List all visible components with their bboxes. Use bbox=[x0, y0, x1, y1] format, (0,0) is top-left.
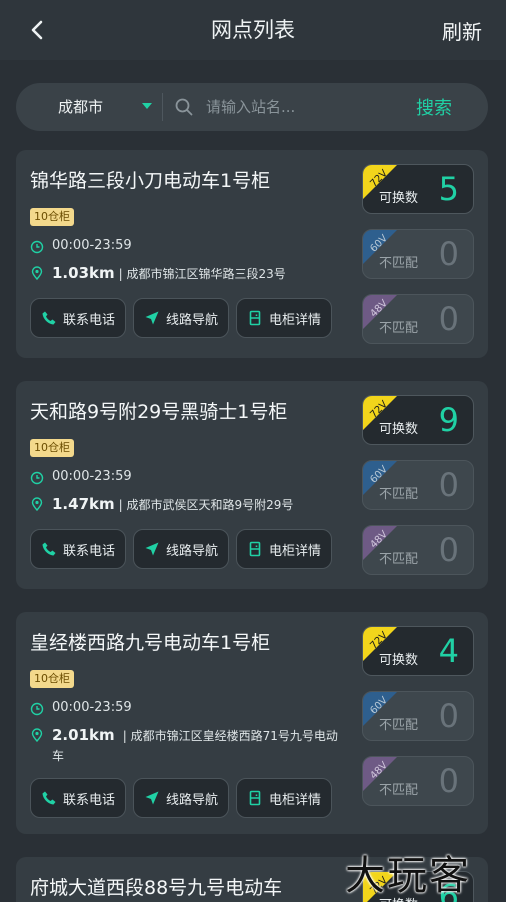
swappable-label: 可换数 bbox=[379, 422, 419, 437]
hours-row: 00:00-23:59 bbox=[30, 700, 132, 716]
battery-count: 9 bbox=[438, 401, 459, 439]
call-button[interactable]: 联系电话 bbox=[30, 778, 126, 818]
search-bar: 成都市 请输入站名... 搜索 bbox=[16, 83, 488, 131]
hours-text: 00:00-23:59 bbox=[52, 238, 132, 253]
call-button[interactable]: 联系电话 bbox=[30, 298, 126, 338]
location-row: 1.47km | 成都市武侯区天和路9号附29号 bbox=[30, 495, 293, 515]
battery-count: 0 bbox=[438, 531, 459, 569]
watermark-logo: 大玩客 bbox=[345, 853, 471, 899]
battery-72v-slot: 72V 可换数 4 bbox=[362, 626, 474, 676]
location-pin-icon bbox=[31, 497, 43, 511]
cabinet-badge: 10仓柜 bbox=[30, 439, 74, 457]
mismatch-label: 不匹配 bbox=[379, 256, 419, 271]
station-card[interactable]: 天和路9号附29号黑骑士1号柜 10仓柜 00:00-23:59 1.47km … bbox=[16, 381, 488, 589]
details-label: 电柜详情 bbox=[268, 543, 321, 559]
refresh-button[interactable]: 刷新 bbox=[442, 16, 482, 45]
phone-icon bbox=[42, 311, 56, 325]
header-bar: 网点列表 刷新 bbox=[0, 0, 506, 60]
location-row: 2.01km | 成都市锦江区皇经楼西路71号九号电动车 bbox=[30, 726, 348, 766]
details-button[interactable]: 电柜详情 bbox=[236, 778, 332, 818]
battery-72v-slot: 72V 可换数 5 bbox=[362, 164, 474, 214]
battery-48v-slot: 48V 不匹配 0 bbox=[362, 294, 474, 344]
mismatch-label: 不匹配 bbox=[379, 552, 419, 567]
cabinet-icon bbox=[249, 541, 261, 557]
navigation-arrow-icon bbox=[145, 791, 159, 805]
location-pin-icon bbox=[31, 728, 43, 742]
battery-count: 5 bbox=[438, 170, 459, 208]
location-pin-icon bbox=[31, 266, 43, 280]
battery-count: 0 bbox=[438, 697, 459, 735]
battery-count: 0 bbox=[438, 466, 459, 504]
location-row: 1.03km | 成都市锦江区锦华路三段23号 bbox=[30, 264, 286, 284]
swappable-label: 可换数 bbox=[379, 653, 419, 668]
battery-60v-slot: 60V 不匹配 0 bbox=[362, 691, 474, 741]
battery-60v-slot: 60V 不匹配 0 bbox=[362, 460, 474, 510]
caret-down-icon[interactable] bbox=[142, 103, 152, 109]
cabinet-icon bbox=[249, 310, 261, 326]
address: | 成都市武侯区天和路9号附29号 bbox=[118, 498, 294, 512]
mismatch-label: 不匹配 bbox=[379, 718, 419, 733]
navigate-button[interactable]: 线路导航 bbox=[133, 778, 229, 818]
cabinet-icon bbox=[249, 790, 261, 806]
page-title: 网点列表 bbox=[211, 18, 295, 42]
call-label: 联系电话 bbox=[62, 312, 115, 328]
hours-row: 00:00-23:59 bbox=[30, 238, 132, 254]
navigation-arrow-icon bbox=[145, 311, 159, 325]
battery-48v-slot: 48V 不匹配 0 bbox=[362, 525, 474, 575]
navigate-button[interactable]: 线路导航 bbox=[133, 529, 229, 569]
navigate-button[interactable]: 线路导航 bbox=[133, 298, 229, 338]
details-label: 电柜详情 bbox=[268, 792, 321, 808]
details-button[interactable]: 电柜详情 bbox=[236, 298, 332, 338]
battery-count: 0 bbox=[438, 762, 459, 800]
battery-60v-slot: 60V 不匹配 0 bbox=[362, 229, 474, 279]
hours-text: 00:00-23:59 bbox=[52, 469, 132, 484]
station-name: 天和路9号附29号黑骑士1号柜 bbox=[30, 401, 288, 423]
clock-icon bbox=[30, 702, 44, 716]
battery-48v-slot: 48V 不匹配 0 bbox=[362, 756, 474, 806]
distance: 1.03km bbox=[52, 264, 115, 282]
distance: 1.47km bbox=[52, 495, 115, 513]
hours-row: 00:00-23:59 bbox=[30, 469, 132, 485]
distance: 2.01km bbox=[52, 726, 115, 744]
station-name: 府城大道西段88号九号电动车 bbox=[30, 877, 283, 899]
call-label: 联系电话 bbox=[62, 543, 115, 559]
clock-icon bbox=[30, 240, 44, 254]
navigation-arrow-icon bbox=[145, 542, 159, 556]
search-button[interactable]: 搜索 bbox=[416, 94, 452, 120]
divider bbox=[162, 93, 163, 121]
address: | 成都市锦江区锦华路三段23号 bbox=[118, 267, 286, 281]
call-label: 联系电话 bbox=[62, 792, 115, 808]
search-icon bbox=[175, 98, 193, 116]
hours-text: 00:00-23:59 bbox=[52, 700, 132, 715]
station-card[interactable]: 锦华路三段小刀电动车1号柜 10仓柜 00:00-23:59 1.03km | … bbox=[16, 150, 488, 358]
mismatch-label: 不匹配 bbox=[379, 321, 419, 336]
phone-icon bbox=[42, 791, 56, 805]
battery-count: 0 bbox=[438, 235, 459, 273]
call-button[interactable]: 联系电话 bbox=[30, 529, 126, 569]
battery-count: 0 bbox=[438, 300, 459, 338]
cabinet-badge: 10仓柜 bbox=[30, 670, 74, 688]
details-button[interactable]: 电柜详情 bbox=[236, 529, 332, 569]
battery-count: 4 bbox=[438, 632, 459, 670]
navigate-label: 线路导航 bbox=[165, 543, 218, 559]
station-name: 锦华路三段小刀电动车1号柜 bbox=[30, 170, 271, 192]
phone-icon bbox=[42, 542, 56, 556]
battery-72v-slot: 72V 可换数 9 bbox=[362, 395, 474, 445]
navigate-label: 线路导航 bbox=[165, 312, 218, 328]
search-input[interactable]: 请输入站名... bbox=[206, 96, 295, 117]
cabinet-badge: 10仓柜 bbox=[30, 208, 74, 226]
city-selector[interactable]: 成都市 bbox=[58, 96, 103, 117]
mismatch-label: 不匹配 bbox=[379, 487, 419, 502]
navigate-label: 线路导航 bbox=[165, 792, 218, 808]
swappable-label: 可换数 bbox=[379, 191, 419, 206]
clock-icon bbox=[30, 471, 44, 485]
station-name: 皇经楼西路九号电动车1号柜 bbox=[30, 632, 271, 654]
mismatch-label: 不匹配 bbox=[379, 783, 419, 798]
details-label: 电柜详情 bbox=[268, 312, 321, 328]
station-card[interactable]: 皇经楼西路九号电动车1号柜 10仓柜 00:00-23:59 2.01km | … bbox=[16, 612, 488, 834]
